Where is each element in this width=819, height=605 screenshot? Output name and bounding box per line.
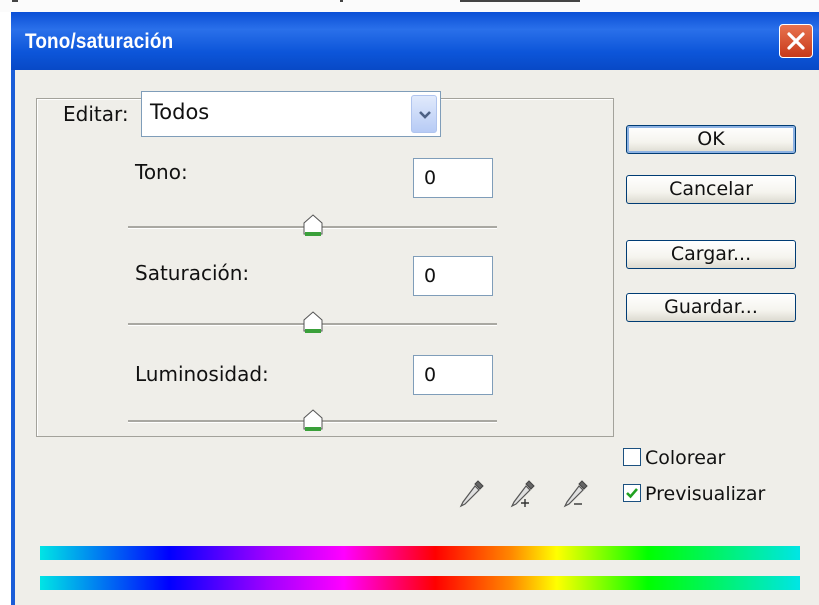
preview-checkbox[interactable] — [623, 484, 641, 502]
background-mark — [340, 0, 343, 2]
dropdown-arrow-button[interactable] — [411, 95, 437, 133]
load-button[interactable]: Cargar... — [626, 240, 796, 269]
close-button[interactable] — [779, 24, 813, 58]
background-mark — [460, 0, 580, 2]
close-icon — [787, 32, 805, 50]
saturation-label: Saturación: — [135, 261, 250, 285]
lightness-label: Luminosidad: — [135, 362, 269, 386]
edit-group-box — [36, 98, 614, 437]
checkmark-icon — [626, 488, 638, 499]
edit-channel-value: Todos — [150, 100, 210, 124]
background-mark — [12, 0, 18, 2]
dialog-body: Editar: Todos Tono: 0 Saturación: 0 Lumi… — [15, 70, 819, 605]
colorize-label: Colorear — [645, 447, 726, 469]
cancel-button[interactable]: Cancelar — [626, 175, 796, 204]
hue-saturation-dialog: Tono/saturación Editar: Todos Tono: 0 Sa… — [11, 12, 819, 605]
eyedropper-minus-icon[interactable] — [560, 478, 590, 512]
output-spectrum-bar[interactable] — [40, 576, 800, 590]
colorize-checkbox[interactable] — [623, 448, 641, 466]
dialog-title: Tono/saturación — [25, 30, 174, 53]
title-bar[interactable]: Tono/saturación — [11, 12, 819, 70]
saturation-input[interactable]: 0 — [413, 256, 493, 296]
chevron-down-icon — [419, 111, 431, 119]
edit-label: Editar: — [59, 102, 133, 126]
lightness-slider-thumb[interactable] — [303, 409, 323, 432]
background-strip — [0, 0, 819, 12]
input-spectrum-bar — [40, 546, 800, 560]
eyedropper-plus-icon[interactable] — [507, 478, 537, 512]
edit-channel-dropdown[interactable]: Todos — [141, 91, 441, 137]
hue-input[interactable]: 0 — [413, 158, 493, 198]
ok-button[interactable]: OK — [626, 125, 796, 154]
lightness-input[interactable]: 0 — [413, 355, 493, 395]
hue-slider-thumb[interactable] — [303, 214, 323, 237]
preview-label: Previsualizar — [645, 483, 766, 505]
saturation-slider-thumb[interactable] — [303, 311, 323, 334]
hue-label: Tono: — [135, 160, 188, 184]
save-button[interactable]: Guardar... — [626, 293, 796, 322]
eyedropper-icon[interactable] — [456, 478, 486, 512]
